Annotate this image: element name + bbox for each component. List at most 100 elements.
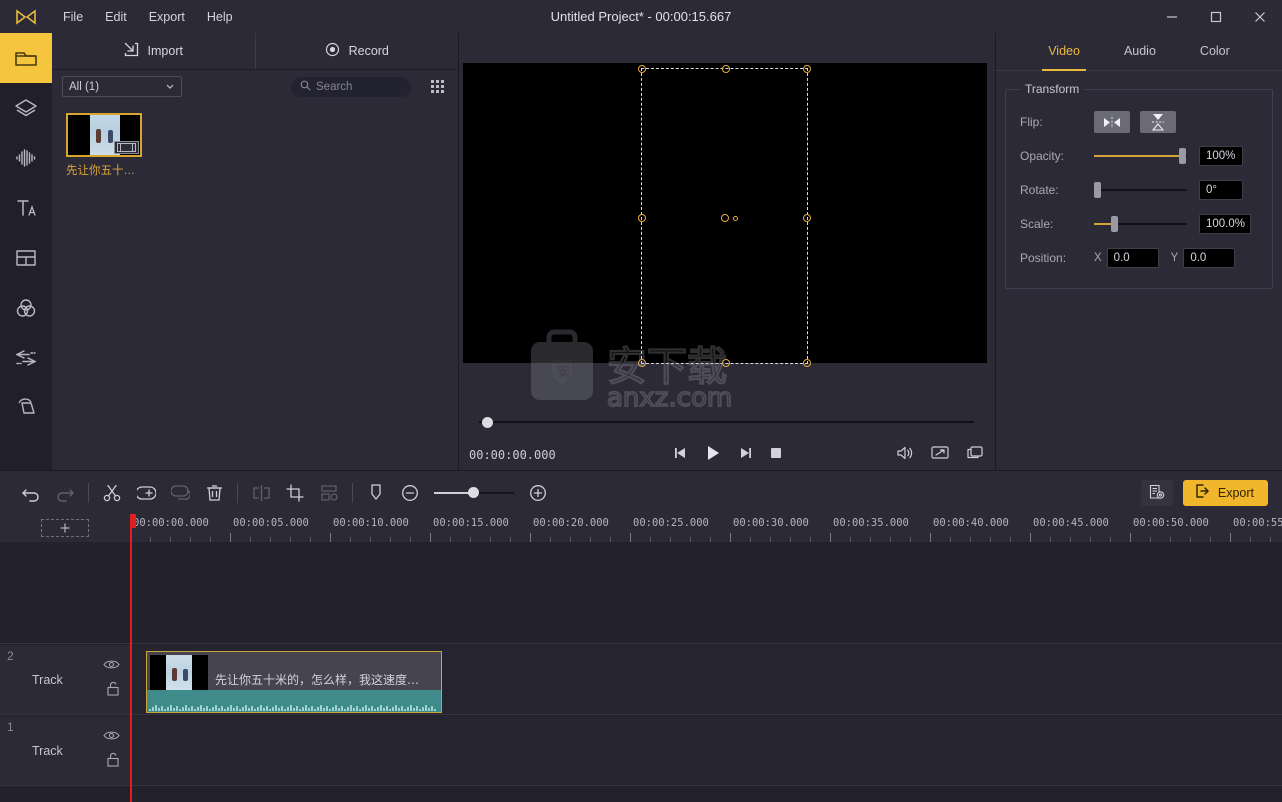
center-anchor-dot-icon[interactable] <box>733 215 738 221</box>
menu-edit[interactable]: Edit <box>94 6 138 28</box>
ungroup-icon[interactable] <box>312 471 346 515</box>
timeline-zoom-slider[interactable] <box>434 484 514 502</box>
resize-handle-bottom-center[interactable] <box>721 359 730 367</box>
resize-handle-bottom-left[interactable] <box>638 359 646 367</box>
playhead[interactable] <box>130 514 132 802</box>
scale-handle[interactable] <box>1110 216 1118 232</box>
undo-icon[interactable] <box>14 471 48 515</box>
tab-import[interactable]: Import <box>52 33 256 69</box>
sidebar-item-filter[interactable] <box>0 383 52 433</box>
scale-slider[interactable] <box>1094 215 1187 233</box>
unlock-icon[interactable] <box>106 752 120 772</box>
transform-selection-box[interactable] <box>638 65 811 367</box>
eye-icon[interactable] <box>103 728 120 746</box>
position-y-field[interactable]: 0.0 <box>1183 248 1236 268</box>
media-item[interactable]: 先让你五十… <box>66 113 146 178</box>
preview-panel: 安 安下载 anxz.com 00:00:00.000 <box>459 33 996 470</box>
prev-frame-icon[interactable] <box>673 446 687 465</box>
grid-view-icon[interactable] <box>426 76 448 98</box>
timeline-empty-area[interactable] <box>0 542 1282 644</box>
play-icon[interactable] <box>703 443 723 468</box>
resize-handle-top-right[interactable] <box>803 65 811 73</box>
ruler-tick-major <box>330 533 331 542</box>
rotate-slider[interactable] <box>1094 181 1187 199</box>
next-frame-icon[interactable] <box>739 446 753 465</box>
sidebar-item-text[interactable] <box>0 183 52 233</box>
waveform-bar <box>350 705 352 711</box>
volume-icon[interactable] <box>896 445 914 466</box>
resize-handle-top-left[interactable] <box>638 65 646 73</box>
add-to-timeline-icon[interactable] <box>129 471 163 515</box>
redo-icon[interactable] <box>48 471 82 515</box>
zoom-out-icon[interactable] <box>393 471 427 515</box>
export-button[interactable]: Export <box>1182 479 1268 506</box>
flip-vertical-button[interactable] <box>1140 111 1176 133</box>
scale-row: Scale: 100.0% <box>1020 212 1264 236</box>
waveform-bar <box>335 705 337 711</box>
track-header[interactable]: 2 Track <box>0 645 130 715</box>
waveform-bar <box>263 708 265 711</box>
menu-export[interactable]: Export <box>138 6 196 28</box>
search-input[interactable]: Search <box>291 76 411 97</box>
position-x-field[interactable]: 0.0 <box>1106 248 1159 268</box>
opacity-handle[interactable] <box>1178 148 1186 164</box>
project-settings-icon[interactable] <box>1140 479 1173 506</box>
waveform-bar <box>173 708 175 711</box>
tab-record[interactable]: Record <box>256 33 459 69</box>
flip-horizontal-button[interactable] <box>1094 111 1130 133</box>
sidebar-item-template[interactable] <box>0 233 52 283</box>
waveform-bar <box>311 706 313 711</box>
center-anchor-icon[interactable] <box>721 214 729 222</box>
marker-icon[interactable] <box>359 471 393 515</box>
resize-handle-middle-right[interactable] <box>803 214 811 222</box>
playhead-handle[interactable] <box>130 514 136 528</box>
media-filter-dropdown[interactable]: All (1) <box>62 76 182 97</box>
add-track-button[interactable] <box>41 519 89 537</box>
resize-handle-bottom-right[interactable] <box>803 359 811 367</box>
media-thumbnail[interactable] <box>66 113 142 157</box>
seek-handle[interactable] <box>482 416 493 428</box>
split-icon[interactable] <box>244 471 278 515</box>
close-button[interactable] <box>1238 0 1282 33</box>
track-lane[interactable]: 先让你五十米的，怎么样，我这速度… <box>130 645 1282 715</box>
sidebar-item-audio[interactable] <box>0 133 52 183</box>
sidebar-item-color[interactable] <box>0 283 52 333</box>
eye-icon[interactable] <box>103 657 120 675</box>
sidebar-item-stickers[interactable] <box>0 83 52 133</box>
duplicate-icon[interactable] <box>163 471 197 515</box>
track-lane[interactable] <box>130 716 1282 786</box>
track-header[interactable]: 1 Track <box>0 716 130 786</box>
zoom-in-icon[interactable] <box>521 471 555 515</box>
unlock-icon[interactable] <box>106 681 120 701</box>
crop-icon[interactable] <box>278 471 312 515</box>
stop-icon[interactable] <box>769 446 783 465</box>
menu-help[interactable]: Help <box>196 6 244 28</box>
preview-seek-bar[interactable] <box>469 413 986 431</box>
menu-file[interactable]: File <box>52 6 94 28</box>
resize-handle-top-center[interactable] <box>721 65 730 73</box>
waveform-bar <box>380 705 382 711</box>
sidebar-item-media[interactable] <box>0 33 52 83</box>
rotate-handle[interactable] <box>1094 182 1101 198</box>
opacity-slider[interactable] <box>1094 147 1187 165</box>
delete-icon[interactable] <box>197 471 231 515</box>
ruler-label: 00:00:40.000 <box>933 517 1009 529</box>
cut-icon[interactable] <box>95 471 129 515</box>
resize-handle-middle-left[interactable] <box>638 214 646 222</box>
timeline-ruler[interactable]: 00:00:00.000 00:00:05.000 00:00:10.000 00:0… <box>130 514 1282 542</box>
waveform-bar <box>323 708 325 711</box>
tab-audio[interactable]: Audio <box>1118 33 1162 70</box>
timeline-clip[interactable]: 先让你五十米的，怎么样，我这速度… <box>146 651 442 713</box>
rotate-value[interactable]: 0° <box>1199 180 1243 200</box>
opacity-value[interactable]: 100% <box>1199 146 1243 166</box>
snapshot-icon[interactable] <box>966 445 984 465</box>
scale-value[interactable]: 100.0% <box>1199 214 1251 234</box>
tab-color[interactable]: Color <box>1194 33 1236 70</box>
maximize-button[interactable] <box>1194 0 1238 33</box>
fullscreen-icon[interactable] <box>931 445 949 465</box>
sidebar-item-transition[interactable] <box>0 333 52 383</box>
tab-video[interactable]: Video <box>1042 33 1086 71</box>
minimize-button[interactable] <box>1150 0 1194 33</box>
zoom-handle[interactable] <box>467 487 479 498</box>
preview-canvas[interactable] <box>463 63 987 367</box>
